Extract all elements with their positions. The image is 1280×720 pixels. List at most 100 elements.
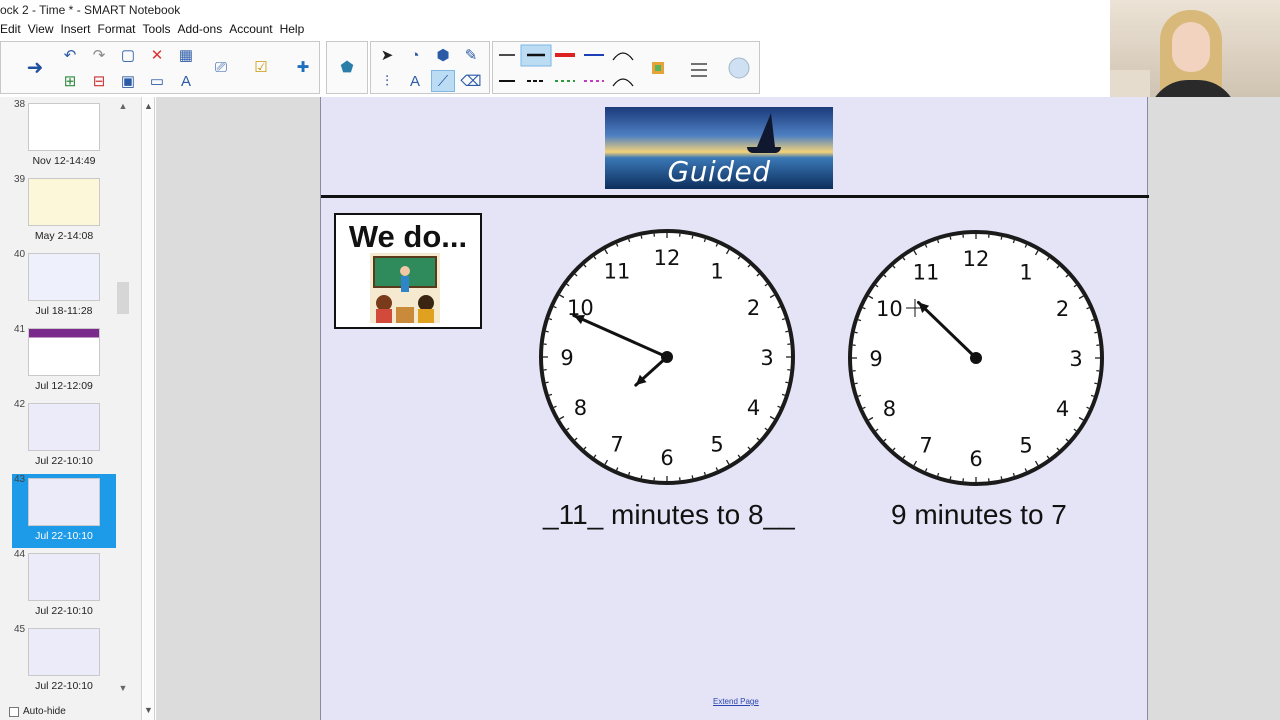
scrollbar-thumb[interactable]	[117, 282, 129, 314]
clock-tick	[1000, 236, 1003, 240]
thumbnail-image	[28, 253, 100, 301]
clock-number: 8	[574, 396, 587, 420]
page-thumbnail-39[interactable]: 39 May 2-14:08	[12, 174, 116, 248]
addons-icon[interactable]: ✚	[291, 56, 315, 78]
thumbnail-label: Jul 22-10:10	[35, 455, 93, 467]
clock-tick	[1094, 331, 1098, 334]
clock-tick	[628, 238, 631, 243]
redo-icon[interactable]: ↷	[87, 44, 111, 66]
clock-number: 2	[1056, 297, 1069, 321]
we-do-card: We do...	[334, 213, 482, 329]
pen-icon[interactable]: ✎	[459, 44, 483, 66]
caption-left[interactable]: _11_ minutes to 8__	[543, 499, 795, 531]
eraser-icon[interactable]: ⌫	[459, 70, 483, 92]
autohide-checkbox[interactable]: Auto-hide	[9, 706, 66, 717]
clock-tick	[937, 239, 940, 244]
menu-addons[interactable]: Add-ons	[178, 20, 230, 38]
clock-tick	[1090, 319, 1095, 322]
table-icon[interactable]: ▦	[174, 44, 198, 66]
clock-number: 10	[876, 297, 903, 321]
menu-view[interactable]: View	[28, 20, 61, 38]
page-thumbnail-45[interactable]: 45 Jul 22-10:10	[12, 624, 116, 698]
line-icon[interactable]: ⟋	[431, 70, 455, 92]
clock-right: 12 12 3 45 6 78 9 10 11	[848, 230, 1104, 486]
page-thumbnail-43[interactable]: 43 Jul 22-10:10	[12, 474, 116, 548]
page-thumbnail-42[interactable]: 42 Jul 22-10:10	[12, 399, 116, 473]
menu-edit[interactable]: Edit	[0, 20, 28, 38]
clock-number: 1	[1019, 260, 1032, 284]
undo-icon[interactable]: ↶	[58, 44, 82, 66]
menu-account[interactable]: Account	[229, 20, 279, 38]
clock-number: 11	[913, 260, 940, 284]
text-icon[interactable]: A	[174, 70, 198, 92]
clock-tick	[854, 331, 858, 334]
clock-number: 2	[747, 296, 760, 320]
menu-format[interactable]: Format	[98, 20, 143, 38]
text-tool-icon[interactable]: A	[403, 70, 427, 92]
notebook-page: Guided Practice We do... 121234567891011…	[320, 97, 1149, 720]
widget-icon[interactable]: ⬟	[335, 56, 359, 78]
clock-tick	[691, 475, 694, 479]
forward-arrow-icon[interactable]: ➜	[23, 56, 47, 79]
clock-number: 8	[883, 397, 896, 421]
sidebar-collapse-strip[interactable]: ▲ ▼	[143, 97, 155, 720]
extend-page-link[interactable]: Extend Page	[713, 697, 759, 706]
scroll-down-icon[interactable]: ▼	[118, 683, 128, 693]
menu-insert[interactable]: Insert	[60, 20, 97, 38]
thumbnail-image	[28, 103, 100, 151]
toolbar-group-properties	[492, 41, 760, 94]
banner-title: Guided Practice	[661, 155, 777, 189]
capture-icon[interactable]: ⎚	[209, 56, 233, 78]
clock-tick	[548, 318, 553, 321]
thumbnail-image	[28, 403, 100, 451]
page-thumbnail-41[interactable]: 41 Jul 12-12:09	[12, 324, 116, 398]
clock-number: 6	[660, 446, 673, 470]
select-icon[interactable]: ➤	[375, 44, 399, 66]
clock-tick	[548, 393, 553, 396]
clock-tick	[949, 476, 952, 480]
line-styles-icon[interactable]	[493, 42, 761, 95]
clock-tick	[854, 382, 858, 385]
screen-shade-icon[interactable]: ▭	[145, 70, 169, 92]
thumbnail-image	[28, 553, 100, 601]
menu-tools[interactable]: Tools	[143, 20, 178, 38]
clock-number: 9	[869, 347, 882, 371]
shapes-icon[interactable]: ◔	[403, 44, 427, 66]
thumbnail-label: Jul 12-12:09	[35, 380, 93, 392]
add-page-icon[interactable]: ⊞	[58, 70, 82, 92]
thumbnail-label: May 2-14:08	[34, 230, 94, 242]
checkbox-box[interactable]	[9, 706, 19, 717]
collapse-up-icon[interactable]: ▲	[144, 101, 153, 111]
collapse-down-icon[interactable]: ▼	[144, 705, 153, 715]
page-thumbnail-40[interactable]: 40 Jul 18-11:28	[12, 249, 116, 323]
we-do-title: We do...	[348, 219, 468, 254]
clock-tick	[857, 394, 862, 397]
webcam-person-face	[1172, 22, 1210, 72]
clock-tick	[949, 236, 952, 240]
sidebar-scrollbar[interactable]: ▲ ▼	[116, 97, 130, 697]
magic-pen-icon[interactable]: ⫶	[375, 70, 399, 92]
check-icon[interactable]: ☑	[249, 56, 273, 78]
clock-tick	[703, 471, 706, 476]
new-page-icon[interactable]: ▢	[116, 44, 140, 66]
clock-tick	[857, 319, 862, 322]
clock-number: 6	[969, 447, 982, 471]
clock-tick	[785, 381, 789, 384]
clock-tick	[1094, 382, 1098, 385]
fill-icon[interactable]: ⬢	[431, 44, 455, 66]
page-thumbnail-44[interactable]: 44 Jul 22-10:10	[12, 549, 116, 623]
clock-tick	[703, 238, 706, 243]
menu-help[interactable]: Help	[280, 20, 312, 38]
toolbar-group-tools: ➤ ◔ ⬢ ✎ ⫶ A ⟋ ⌫	[370, 41, 490, 94]
clock-number: 5	[710, 433, 723, 457]
caption-right[interactable]: 9 minutes to 7	[891, 499, 1067, 531]
delete-page-icon[interactable]: ⊟	[87, 70, 111, 92]
delete-icon[interactable]: ✕	[145, 44, 169, 66]
page-thumbnail-38[interactable]: 38 Nov 12-14:49	[12, 99, 116, 173]
clock-center	[970, 352, 982, 364]
clock-number: 12	[654, 246, 681, 270]
thumbnail-number: 39	[14, 174, 26, 185]
save-icon[interactable]: ▣	[116, 70, 140, 92]
scroll-up-icon[interactable]: ▲	[118, 101, 128, 111]
clock-number: 3	[760, 346, 773, 370]
